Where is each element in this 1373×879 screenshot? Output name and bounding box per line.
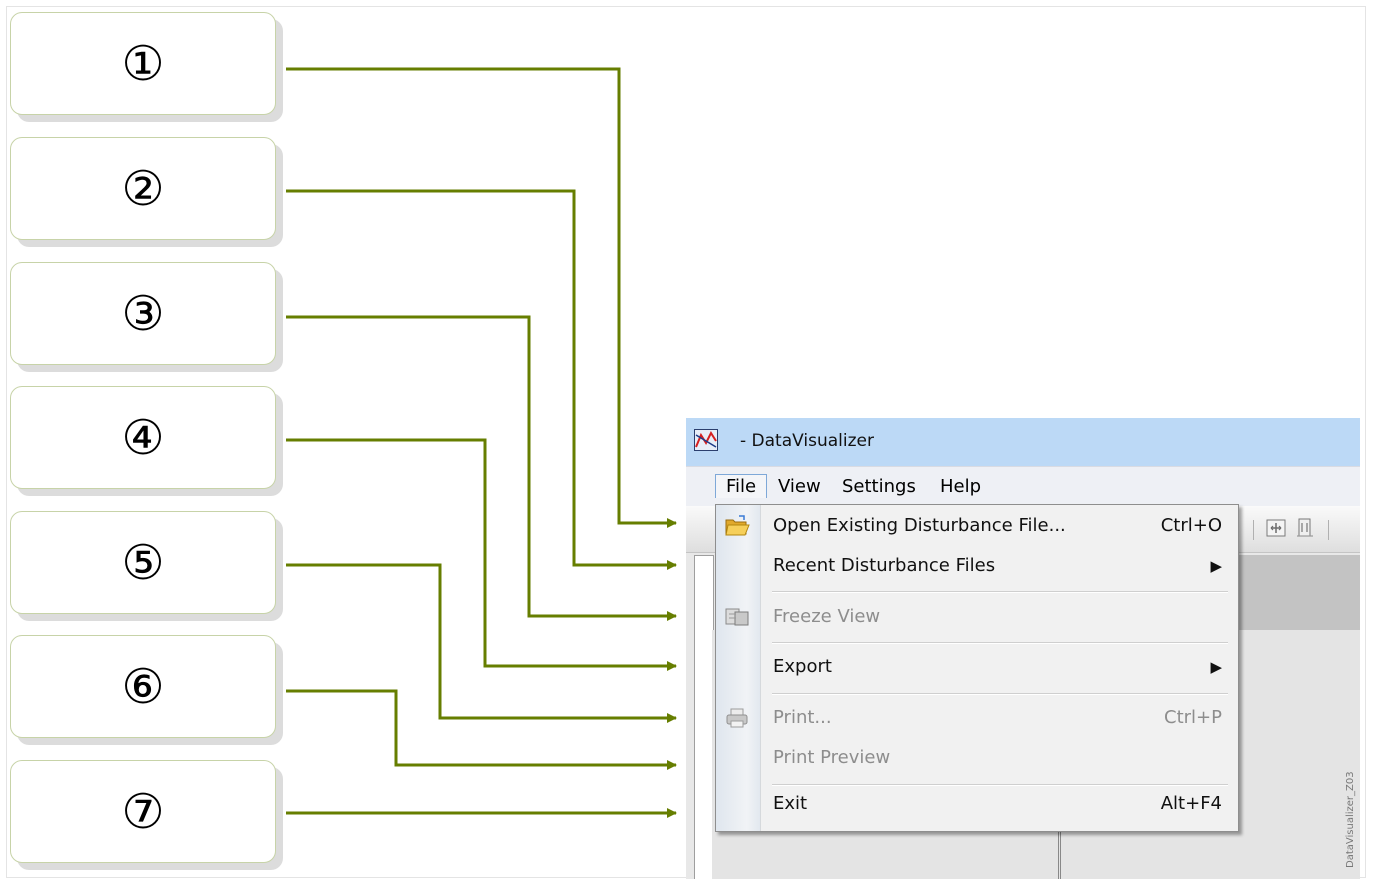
- connector-6: [286, 689, 677, 770]
- figure-id-watermark: DataVisualizer_Z03: [1345, 771, 1356, 868]
- callout-connectors: [286, 67, 677, 818]
- connector-5: [286, 563, 677, 723]
- connector-1: [286, 67, 677, 528]
